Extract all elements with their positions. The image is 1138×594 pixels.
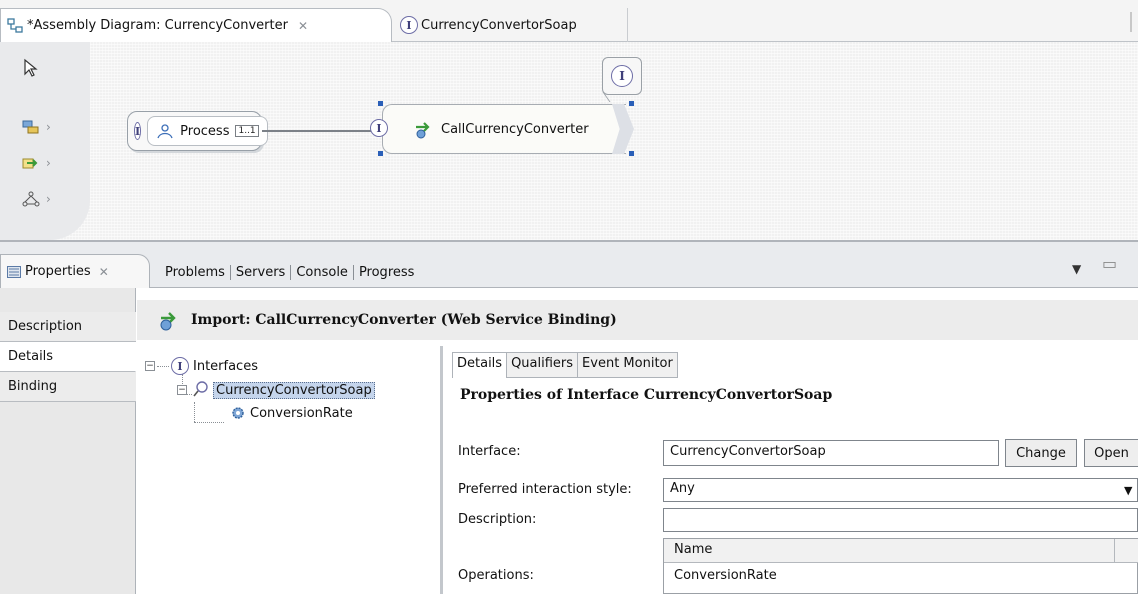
tab-qualifiers[interactable]: Qualifiers [507, 352, 579, 378]
multiplicity-badge: 1..1 [235, 125, 259, 137]
sidebar-item-details[interactable]: Details [0, 342, 136, 372]
details-section-title: Properties of Interface CurrencyConverto… [460, 387, 833, 403]
selection-handle[interactable] [629, 101, 634, 106]
import-node-call-currency-converter[interactable]: CallCurrencyConverter I [370, 101, 638, 156]
interfaces-folder-icon: I [171, 357, 189, 375]
properties-header: Import: CallCurrencyConverter (Web Servi… [137, 300, 1138, 340]
process-icon [157, 124, 173, 139]
interaction-style-label: Preferred interaction style: [458, 482, 632, 497]
web-service-import-icon [160, 312, 176, 331]
process-component-node[interactable]: I Process 1..1 [127, 111, 268, 151]
open-button[interactable]: Open [1084, 439, 1138, 467]
interface-field-label: Interface: [458, 444, 521, 459]
tab-soap-label: CurrencyConvertorSoap [421, 17, 577, 33]
add-interface-hover-bubble[interactable]: I [602, 57, 642, 95]
interface-icon: I [370, 119, 388, 137]
table-row[interactable]: ConversionRate [664, 565, 787, 586]
process-inner: Process 1..1 [147, 116, 268, 146]
operations-label: Operations: [458, 568, 534, 583]
tree-label-conversion-rate: ConversionRate [250, 405, 353, 421]
selection-handle[interactable] [378, 151, 383, 156]
selection-handle[interactable] [629, 151, 634, 156]
tree-node-conversion-rate[interactable]: ConversionRate [230, 405, 353, 421]
view-menu-icon[interactable]: ▼ [1072, 262, 1081, 276]
page-title: Import: CallCurrencyConverter (Web Servi… [191, 312, 617, 328]
chevron-right-icon: › [46, 156, 51, 170]
import-label: CallCurrencyConverter [441, 121, 589, 137]
interaction-style-select[interactable]: Any [663, 478, 1138, 502]
tab-event-monitor[interactable]: Event Monitor [578, 352, 678, 378]
tab-console[interactable]: Console [291, 264, 354, 280]
component-icon [22, 120, 39, 134]
properties-icon [7, 265, 21, 278]
palette: › › › [0, 42, 90, 240]
tab-servers[interactable]: Servers [231, 264, 292, 280]
tab-assembly-label: *Assembly Diagram: CurrencyConverter [27, 18, 288, 33]
detail-tabs: Details Qualifiers Event Monitor [452, 352, 678, 378]
operation-gear-icon [232, 407, 244, 419]
select-arrow-icon[interactable] [22, 58, 40, 78]
import-icon [22, 158, 38, 169]
operations-table: Name ConversionRate [663, 538, 1138, 594]
tab-assembly-diagram[interactable]: *Assembly Diagram: CurrencyConverter ✕ [0, 8, 392, 42]
tree-node-interfaces[interactable]: − I Interfaces [145, 357, 258, 375]
operations-column-header[interactable]: Name [664, 539, 1138, 563]
minimize-icon[interactable]: ▭ [1102, 254, 1117, 273]
collapse-icon[interactable]: − [177, 385, 187, 395]
description-label: Description: [458, 512, 537, 527]
palette-components[interactable]: › [22, 114, 70, 140]
close-icon[interactable]: ✕ [298, 19, 308, 33]
column-separator[interactable] [1114, 539, 1120, 563]
palette-imports[interactable]: › [22, 150, 70, 176]
tab-properties[interactable]: Properties ✕ [0, 254, 150, 288]
tree-label-currency-convertor-soap: CurrencyConvertorSoap [213, 381, 375, 399]
sidebar-item-binding[interactable]: Binding [0, 372, 136, 402]
tab-properties-label: Properties [25, 264, 91, 279]
process-label: Process [180, 123, 230, 139]
sidebar-item-description[interactable]: Description [0, 312, 136, 342]
description-field[interactable] [663, 508, 1138, 532]
add-interface-icon: I [611, 65, 633, 87]
tab-details[interactable]: Details [452, 352, 508, 378]
tab-progress[interactable]: Progress [354, 265, 419, 280]
chevron-right-icon: › [46, 192, 51, 206]
wsdl-interface-icon [193, 381, 208, 397]
chevron-right-icon: › [46, 120, 51, 134]
properties-sidebar: Description Details Binding [0, 288, 136, 594]
collapse-icon[interactable]: − [145, 361, 155, 371]
change-button[interactable]: Change [1005, 439, 1077, 467]
tree-node-currency-convertor-soap[interactable]: − CurrencyConvertorSoap [177, 381, 375, 399]
tree-label-interfaces: Interfaces [193, 358, 258, 374]
tab-overflow-indicator [1130, 12, 1132, 32]
palette-connections[interactable]: › [22, 186, 70, 212]
web-service-import-icon [416, 122, 430, 139]
tab-currency-convertor-soap[interactable]: I CurrencyConvertorSoap [392, 8, 628, 42]
close-icon[interactable]: ✕ [99, 265, 109, 279]
wiring-icon [22, 191, 40, 207]
selection-handle[interactable] [378, 101, 383, 106]
chevron-down-icon[interactable]: ▼ [1124, 484, 1132, 497]
tab-problems[interactable]: Problems [160, 264, 231, 280]
view-tabs: Problems Servers Console Progress [160, 258, 419, 286]
interface-icon: I [134, 122, 142, 140]
wire-connection[interactable] [262, 130, 372, 132]
assembly-diagram-icon [7, 17, 23, 33]
interface-field[interactable]: CurrencyConvertorSoap [663, 440, 999, 466]
import-node-body: CallCurrencyConverter [382, 104, 626, 154]
interface-icon: I [400, 16, 418, 34]
